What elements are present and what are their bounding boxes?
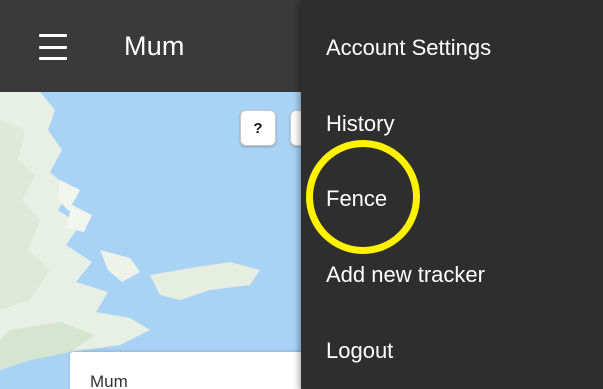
menu-item-add-new-tracker[interactable]: Add new tracker xyxy=(301,237,603,313)
map-help-button[interactable]: ? xyxy=(240,110,276,146)
tracker-name: Mum xyxy=(90,372,128,389)
help-icon: ? xyxy=(253,119,263,137)
tracker-info-card[interactable]: Mum xyxy=(70,352,310,389)
menu-item-logout[interactable]: Logout xyxy=(301,313,603,389)
hamburger-icon[interactable] xyxy=(33,30,73,64)
page-title: Mum xyxy=(124,31,185,61)
overflow-menu: Account Settings History Fence Add new t… xyxy=(301,0,603,389)
menu-item-fence[interactable]: Fence xyxy=(301,161,603,237)
menu-item-history[interactable]: History xyxy=(301,86,603,162)
menu-item-account-settings[interactable]: Account Settings xyxy=(301,10,603,86)
